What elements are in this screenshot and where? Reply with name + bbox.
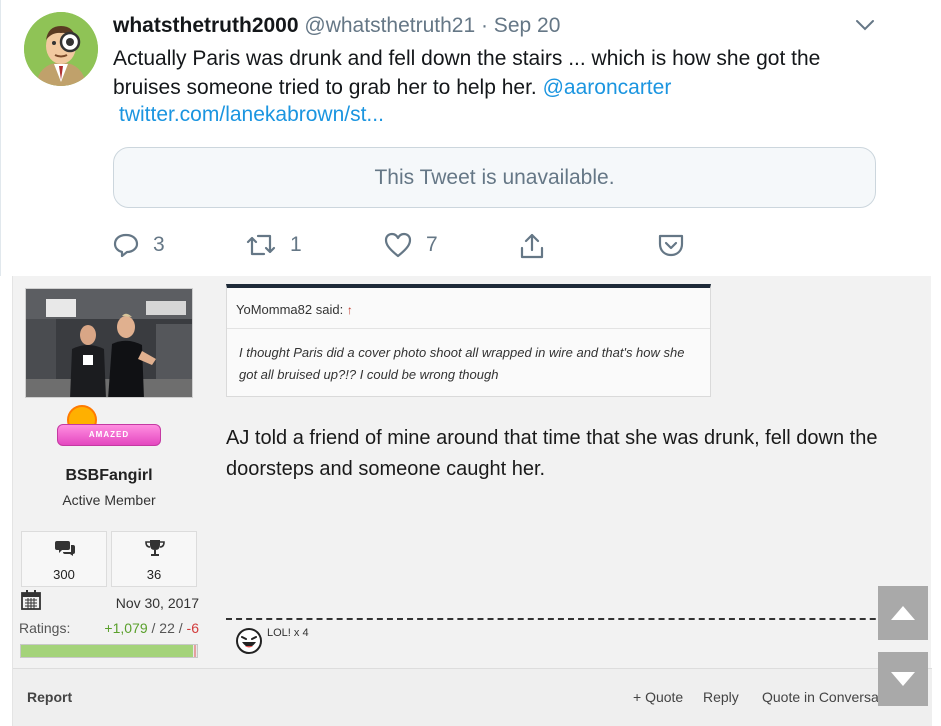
tweet-date[interactable]: · Sep 20 — [481, 14, 560, 37]
like-icon — [384, 232, 412, 258]
reaction-summary[interactable]: LOL! x 4 — [267, 627, 309, 639]
reply-link[interactable]: Reply — [703, 689, 739, 705]
arrow-up-icon[interactable]: ↑ — [347, 303, 353, 317]
quote-text: I thought Paris did a cover photo shoot … — [239, 345, 685, 382]
tweet-url-link[interactable]: twitter.com/lanekabrown/st... — [119, 103, 384, 127]
caret-down-icon[interactable] — [854, 16, 876, 34]
ratings-separator: / — [174, 620, 187, 636]
quote-block: YoMomma82 said: ↑ I thought Paris did a … — [226, 284, 711, 397]
chat-bubbles-icon — [55, 541, 75, 556]
user-title: Active Member — [62, 492, 156, 508]
retweet-button[interactable]: 1 — [246, 232, 302, 258]
username[interactable]: BSBFangirl — [13, 467, 205, 485]
user-avatar[interactable] — [25, 288, 193, 398]
tweet-display-name[interactable]: whatsthetruth2000 — [113, 14, 299, 37]
unavailable-tweet-card: This Tweet is unavailable. — [113, 147, 876, 208]
share-button[interactable] — [519, 232, 545, 260]
scroll-to-top-button[interactable] — [878, 586, 928, 640]
joined-date: Nov 30, 2017 — [115, 595, 199, 611]
trophy-icon — [145, 540, 165, 556]
ratings-label: Ratings: — [19, 620, 71, 636]
trophies-count: 36 — [146, 567, 162, 582]
ratings-positive: +1,079 — [104, 620, 148, 636]
messages-stat[interactable]: 300 — [21, 531, 107, 587]
save-tweet-button[interactable] — [657, 232, 685, 258]
retweet-icon — [246, 232, 276, 258]
embedded-tweet: whatsthetruth2000 @whatsthetruth21 · Sep… — [0, 0, 941, 276]
forum-post: AMAZED BSBFangirl Active Member 300 36 N… — [12, 276, 932, 726]
report-link[interactable]: Report — [27, 689, 72, 705]
tweet-actions: 3 1 7 — [113, 232, 713, 262]
reply-icon — [113, 232, 139, 258]
reactions-divider — [226, 618, 916, 620]
tweet-handle[interactable]: @whatsthetruth21 — [304, 14, 475, 37]
trophies-stat[interactable]: 36 — [111, 531, 197, 587]
quote-link[interactable]: + Quote — [633, 689, 683, 705]
post-footer: Report + Quote Reply Quote in Conversati… — [13, 668, 932, 726]
ratings-negative: -6 — [186, 620, 199, 636]
tweet-text: Actually Paris was drunk and fell down t… — [113, 44, 893, 102]
mention-link[interactable]: @aaroncarter — [543, 76, 672, 99]
quote-author[interactable]: YoMomma82 said: — [236, 302, 343, 317]
tweet-body: Actually Paris was drunk and fell down t… — [113, 47, 821, 99]
ratings-separator: / — [147, 620, 160, 636]
scroll-to-bottom-button[interactable] — [878, 652, 928, 706]
reply-count: 3 — [153, 233, 165, 256]
like-button[interactable]: 7 — [384, 232, 438, 258]
calendar-icon — [21, 590, 41, 615]
retweet-count: 1 — [290, 233, 302, 256]
ratings-bar-fill — [21, 645, 194, 657]
like-count: 7 — [426, 233, 438, 256]
arrow-up-icon — [891, 606, 915, 620]
reply-button[interactable]: 3 — [113, 232, 165, 258]
post-body: AJ told a friend of mine around that tim… — [226, 427, 878, 480]
ratings-bar — [20, 644, 198, 658]
messages-count: 300 — [53, 567, 75, 582]
pocket-icon — [657, 232, 685, 258]
share-icon — [519, 232, 545, 260]
user-badge: AMAZED — [57, 424, 161, 446]
ratings-bar-negative — [194, 645, 196, 657]
quote-header: YoMomma82 said: ↑ — [227, 288, 710, 329]
laughing-face-icon[interactable] — [235, 627, 263, 655]
tweet-header: whatsthetruth2000 @whatsthetruth21 · Sep… — [113, 14, 560, 38]
avatar[interactable] — [24, 12, 98, 86]
user-info-panel: AMAZED BSBFangirl Active Member 300 36 N… — [13, 276, 209, 668]
ratings-neutral: 22 — [159, 620, 175, 636]
ratings-values[interactable]: +1,079 / 22 / -6 — [104, 620, 199, 636]
arrow-down-icon — [891, 672, 915, 686]
